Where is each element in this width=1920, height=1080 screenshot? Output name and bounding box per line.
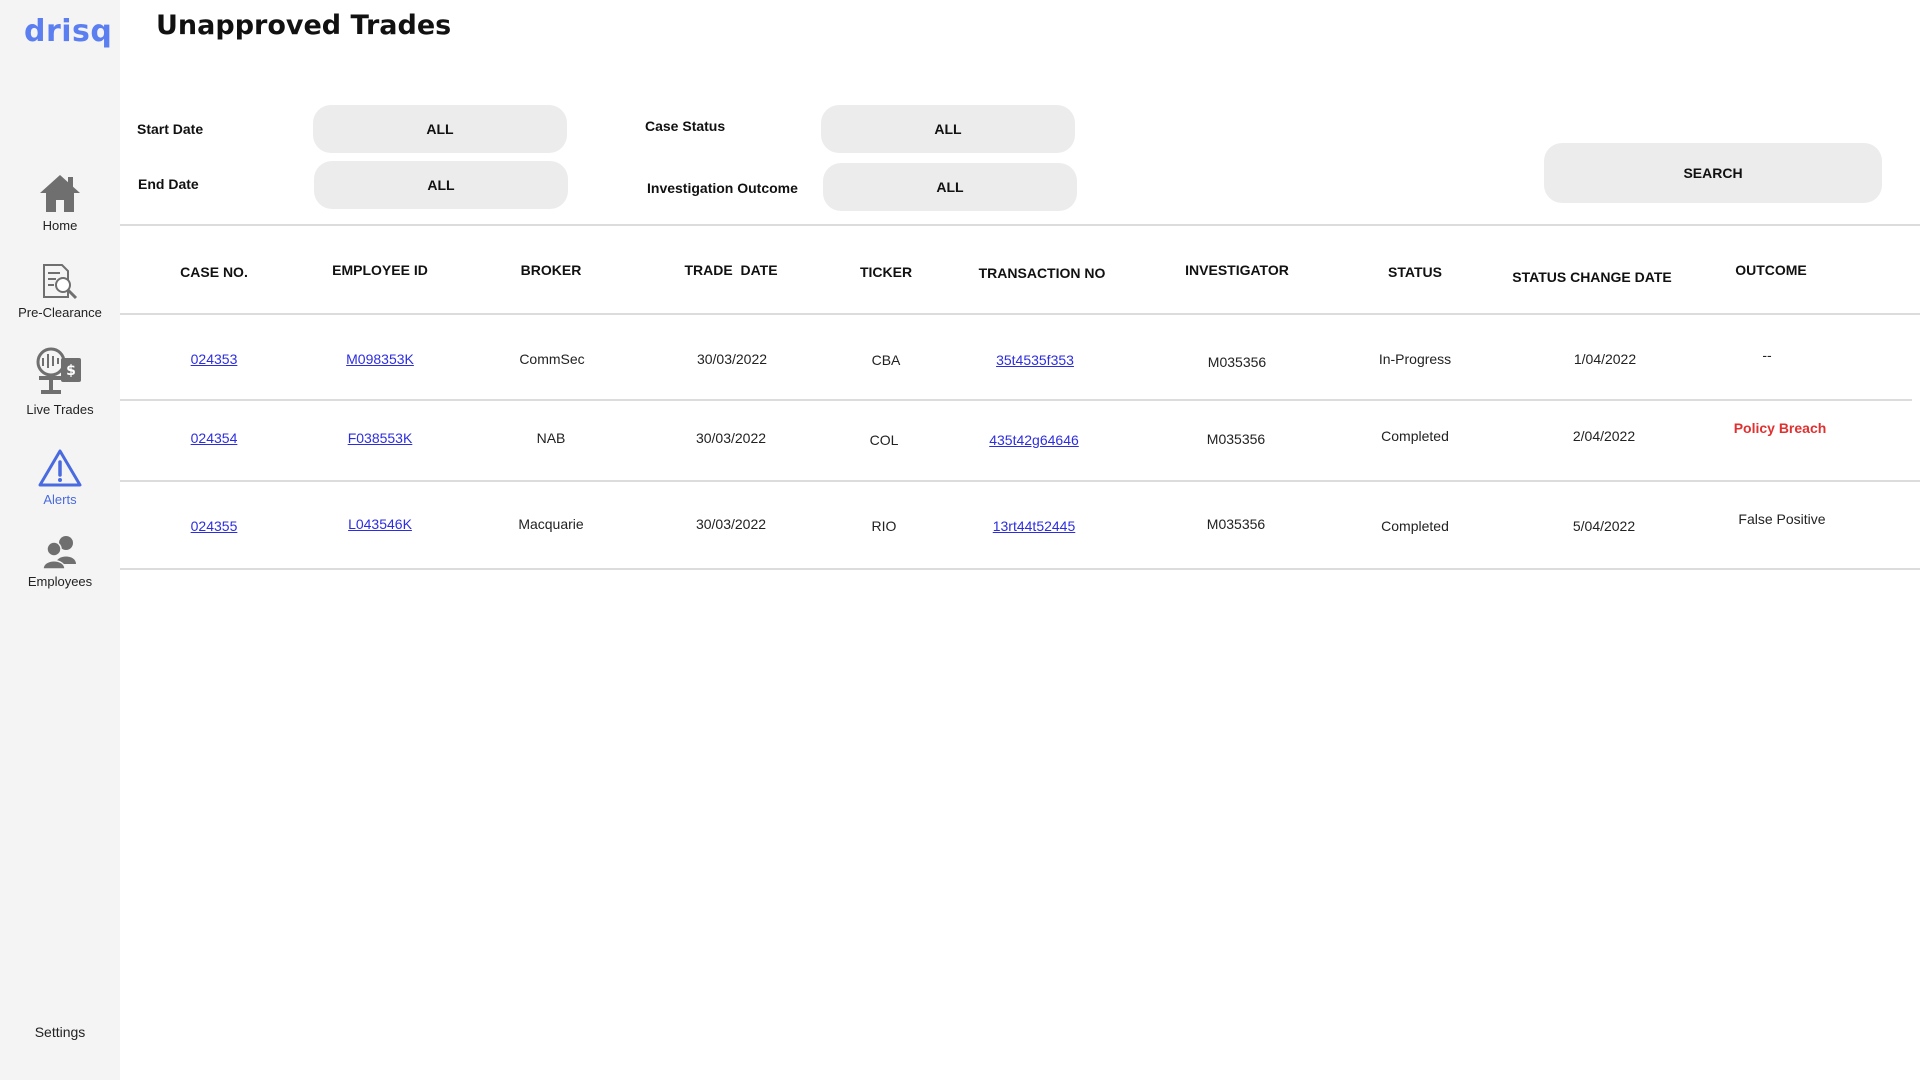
- header-case-no[interactable]: CASE NO.: [180, 264, 248, 280]
- table-bottom-divider: [120, 568, 1920, 570]
- sidebar-item-live-trades[interactable]: $ Live Trades: [0, 346, 120, 417]
- home-icon: [40, 175, 80, 212]
- case-no-link[interactable]: 024355: [191, 518, 238, 534]
- header-status[interactable]: STATUS: [1388, 264, 1442, 280]
- end-date-select[interactable]: ALL: [314, 161, 568, 209]
- sidebar-item-label: Alerts: [43, 492, 77, 507]
- sidebar-item-label: Home: [42, 218, 78, 233]
- status-cell: Completed: [1381, 518, 1449, 534]
- case-no-link[interactable]: 024353: [191, 351, 238, 367]
- sidebar-item-label: Employees: [27, 574, 93, 589]
- status-change-date-cell: 5/04/2022: [1572, 518, 1636, 534]
- sidebar-item-label: Live Trades: [26, 402, 94, 417]
- header-trade-date[interactable]: TRADE DATE: [684, 262, 777, 278]
- users-icon: [42, 536, 76, 570]
- trade-date-cell: 30/03/2022: [695, 516, 767, 532]
- trading-monitor-icon: $: [36, 347, 81, 394]
- page-title: Unapproved Trades: [156, 10, 452, 41]
- investigator-cell: M035356: [1207, 354, 1267, 370]
- row-divider: [120, 480, 1920, 482]
- sidebar-item-employees[interactable]: Employees: [0, 534, 120, 589]
- start-date-select[interactable]: ALL: [313, 105, 567, 153]
- sidebar-item-pre-clearance[interactable]: Pre-Clearance: [0, 263, 120, 320]
- table-top-divider: [120, 224, 1920, 226]
- sidebar-item-alerts[interactable]: Alerts: [0, 448, 120, 507]
- status-cell: In-Progress: [1378, 351, 1452, 367]
- search-button[interactable]: SEARCH: [1544, 143, 1882, 203]
- employee-id-link[interactable]: L043546K: [348, 516, 412, 532]
- broker-cell: Macquarie: [518, 516, 584, 532]
- transaction-no-link[interactable]: 35t4535f353: [996, 352, 1074, 368]
- investigation-outcome-label: Investigation Outcome: [647, 180, 798, 196]
- status-change-date-cell: 2/04/2022: [1572, 428, 1636, 444]
- header-employee-id[interactable]: EMPLOYEE ID: [332, 262, 428, 278]
- ticker-cell: RIO: [871, 518, 897, 534]
- trade-date-cell: 30/03/2022: [695, 430, 767, 446]
- header-broker[interactable]: BROKER: [521, 262, 582, 278]
- sidebar: drisq Home Pre-Clearance $ Live Trades A…: [0, 0, 120, 1080]
- sidebar-item-label: Pre-Clearance: [18, 305, 102, 320]
- transaction-no-link[interactable]: 435t42g64646: [989, 432, 1079, 448]
- transaction-no-link[interactable]: 13rt44t52445: [993, 518, 1076, 534]
- end-date-label: End Date: [138, 176, 199, 192]
- row-divider: [120, 399, 1912, 401]
- sidebar-item-home[interactable]: Home: [0, 172, 120, 233]
- header-status-change-date[interactable]: STATUS CHANGE DATE: [1512, 269, 1671, 285]
- outcome-cell: --: [1762, 347, 1772, 363]
- app-logo[interactable]: drisq: [24, 14, 112, 49]
- investigator-cell: M035356: [1206, 516, 1266, 532]
- header-outcome[interactable]: OUTCOME: [1735, 262, 1807, 278]
- table-header-divider: [120, 313, 1920, 315]
- broker-cell: NAB: [536, 430, 566, 446]
- warning-icon: [38, 449, 82, 487]
- outcome-cell: Policy Breach: [1733, 420, 1827, 436]
- trade-date-cell: 30/03/2022: [696, 351, 768, 367]
- investigator-cell: M035356: [1206, 431, 1266, 447]
- header-ticker[interactable]: TICKER: [860, 264, 912, 280]
- start-date-label: Start Date: [137, 121, 204, 137]
- status-change-date-cell: 1/04/2022: [1573, 351, 1637, 367]
- header-transaction-no[interactable]: TRANSACTION NO: [979, 265, 1106, 281]
- case-no-link[interactable]: 024354: [191, 430, 238, 446]
- status-cell: Completed: [1381, 428, 1449, 444]
- case-status-label: Case Status: [645, 118, 726, 134]
- ticker-cell: COL: [869, 432, 899, 448]
- settings-label: Settings: [34, 1024, 86, 1040]
- employee-id-link[interactable]: F038553K: [348, 430, 413, 446]
- ticker-cell: CBA: [871, 352, 901, 368]
- sidebar-item-settings[interactable]: Settings: [0, 1020, 120, 1040]
- outcome-cell: False Positive: [1738, 511, 1826, 527]
- app-root: drisq Home Pre-Clearance $ Live Trades A…: [0, 0, 1920, 1080]
- header-investigator[interactable]: INVESTIGATOR: [1185, 262, 1289, 278]
- svg-text:$: $: [66, 363, 76, 379]
- employee-id-link[interactable]: M098353K: [346, 351, 414, 367]
- investigation-outcome-select[interactable]: ALL: [823, 163, 1077, 211]
- case-status-select[interactable]: ALL: [821, 105, 1075, 153]
- document-search-icon: [43, 264, 78, 300]
- broker-cell: CommSec: [519, 351, 585, 367]
